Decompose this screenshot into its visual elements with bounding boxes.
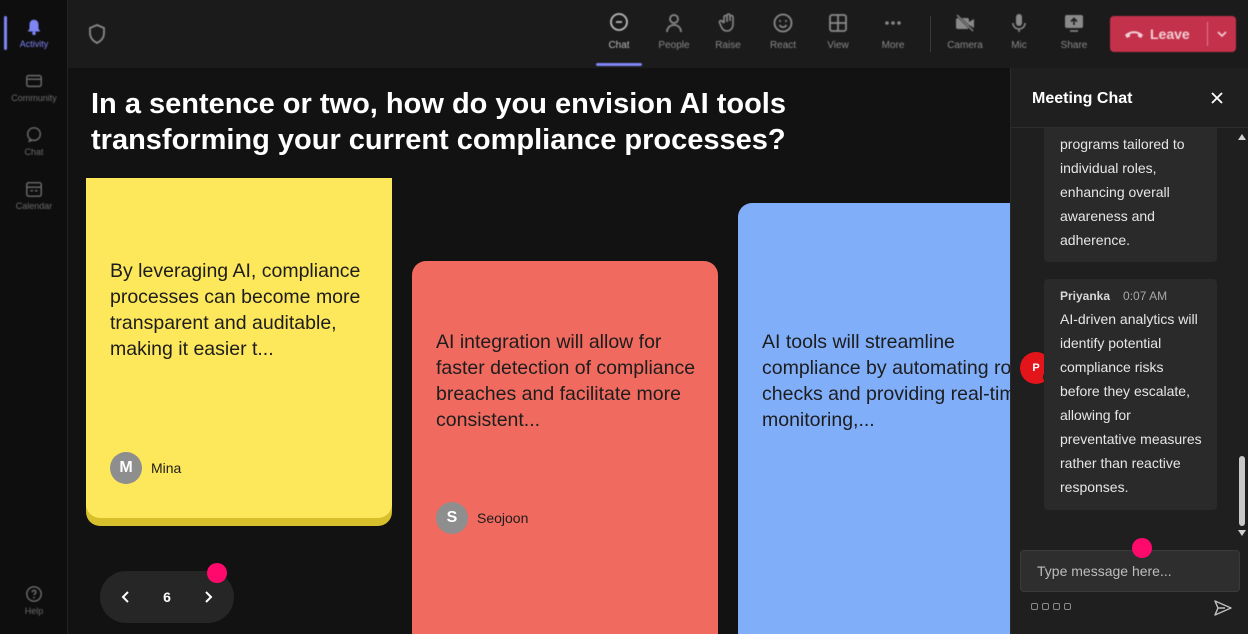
chat-message: programs tailored to individual roles, e… <box>1044 128 1217 262</box>
leave-button-label: Leave <box>1150 26 1190 42</box>
view-button[interactable]: View <box>815 10 861 62</box>
format-icon[interactable] <box>1031 603 1038 610</box>
chevron-left-icon <box>121 591 129 603</box>
view-button-label: View <box>827 40 849 51</box>
bell-icon <box>27 19 41 35</box>
react-button[interactable]: React <box>760 10 806 62</box>
chat-title: Meeting Chat <box>1032 90 1133 107</box>
more-button[interactable]: More <box>870 10 916 62</box>
rail-label-calendar: Calendar <box>15 200 53 211</box>
more-icon <box>885 21 901 25</box>
rail-label-chat: Chat <box>24 146 44 157</box>
grid-icon <box>829 14 847 32</box>
chevron-right-icon <box>205 591 213 603</box>
presentation-stage: In a sentence or two, how do you envisio… <box>68 68 1010 634</box>
rail-item-community[interactable]: Community <box>0 62 68 112</box>
send-icon[interactable] <box>1213 598 1233 618</box>
message-time: 0:07 AM <box>1123 289 1168 303</box>
chat-scrollbar[interactable] <box>1237 130 1247 542</box>
camera-button-label: Camera <box>947 40 983 51</box>
format-toolbar <box>1031 603 1071 610</box>
card-text: AI integration will allow for faster det… <box>436 331 696 431</box>
mic-icon <box>1012 14 1026 32</box>
meeting-chat-panel: Meeting Chat programs tailored to indivi… <box>1010 68 1248 634</box>
help-icon <box>26 585 42 602</box>
people-icon <box>666 14 682 33</box>
mic-button[interactable]: Mic <box>996 10 1042 62</box>
card-author: M Mina <box>110 452 181 484</box>
leave-button[interactable]: Leave <box>1110 16 1236 52</box>
author-name: Seojoon <box>477 510 529 526</box>
scroll-up-icon[interactable] <box>1238 134 1246 140</box>
rail-item-help[interactable]: Help <box>0 575 68 625</box>
message-text: programs tailored to individual roles, e… <box>1060 136 1185 248</box>
phone-hangup-icon <box>1125 31 1143 38</box>
chat-button[interactable]: Chat <box>596 10 642 62</box>
pointer-indicator <box>1132 538 1152 558</box>
shield-icon[interactable] <box>88 24 106 44</box>
response-card[interactable]: AI tools will streamline compliance by a… <box>738 203 1010 634</box>
share-button[interactable]: Share <box>1051 10 1097 62</box>
chat-icon <box>26 126 42 142</box>
leave-divider <box>1207 22 1208 46</box>
avatar: S <box>436 502 468 534</box>
pointer-indicator <box>207 563 227 583</box>
raise-button-label: Raise <box>715 40 741 51</box>
chat-header: Meeting Chat <box>1011 68 1248 128</box>
attach-icon[interactable] <box>1042 603 1049 610</box>
community-icon <box>26 74 42 87</box>
message-author: Priyanka <box>1060 289 1111 303</box>
chat-icon <box>610 13 628 31</box>
calendar-icon <box>26 181 42 197</box>
next-page-button[interactable] <box>198 587 218 607</box>
avatar: M <box>110 452 142 484</box>
rail-label-activity: Activity <box>19 38 49 49</box>
response-card[interactable]: AI integration will allow for faster det… <box>412 261 718 634</box>
rail-label-help: Help <box>24 605 44 616</box>
share-screen-icon <box>1065 15 1083 32</box>
card-author: S Seojoon <box>436 502 528 534</box>
meeting-app: Activity Community Chat Calendar Help Ch… <box>0 0 1248 634</box>
rail-item-calendar[interactable]: Calendar <box>0 170 68 220</box>
close-icon[interactable] <box>1209 90 1225 106</box>
rail-item-activity[interactable]: Activity <box>0 8 68 58</box>
card-text: AI tools will streamline compliance by a… <box>762 331 1010 431</box>
smile-icon <box>773 13 793 33</box>
chevron-down-icon[interactable] <box>1216 28 1228 40</box>
camera-off-icon <box>956 14 974 32</box>
chat-message-input[interactable] <box>1020 550 1240 592</box>
previous-page-button[interactable] <box>116 587 136 607</box>
hand-icon <box>718 13 734 32</box>
chat-message: Priyanka 0:07 AM AI-driven analytics wil… <box>1044 279 1217 510</box>
response-card[interactable]: By leveraging AI, compliance processes c… <box>86 178 392 518</box>
meeting-toolbar: Chat People Raise React View More Camera <box>68 0 1248 68</box>
react-button-label: React <box>769 40 797 51</box>
rail-item-chat[interactable]: Chat <box>0 116 68 166</box>
card-text: By leveraging AI, compliance processes c… <box>110 260 361 360</box>
message-meta: Priyanka 0:07 AM <box>1060 287 1205 305</box>
message-text: AI-driven analytics will identify potent… <box>1060 311 1202 495</box>
people-button[interactable]: People <box>651 10 697 62</box>
people-button-label: People <box>658 40 690 51</box>
camera-button[interactable]: Camera <box>942 10 988 62</box>
mic-button-label: Mic <box>1011 40 1027 51</box>
raise-hand-button[interactable]: Raise <box>705 10 751 62</box>
scrollbar-thumb[interactable] <box>1239 456 1245 526</box>
emoji-icon[interactable] <box>1053 603 1060 610</box>
gif-icon[interactable] <box>1064 603 1071 610</box>
scroll-down-icon[interactable] <box>1238 530 1246 536</box>
page-number: 6 <box>163 589 171 605</box>
toolbar-divider <box>930 16 931 52</box>
active-tab-indicator <box>596 63 642 66</box>
author-name: Mina <box>151 460 182 476</box>
more-button-label: More <box>881 40 905 51</box>
chat-button-label: Chat <box>608 40 630 51</box>
chat-messages: programs tailored to individual roles, e… <box>1011 128 1248 544</box>
avatar-initial: P <box>1032 362 1040 374</box>
app-rail: Activity Community Chat Calendar Help <box>0 0 68 634</box>
rail-label-community: Community <box>11 92 57 103</box>
question-title: In a sentence or two, how do you envisio… <box>91 88 786 156</box>
share-button-label: Share <box>1060 40 1088 51</box>
